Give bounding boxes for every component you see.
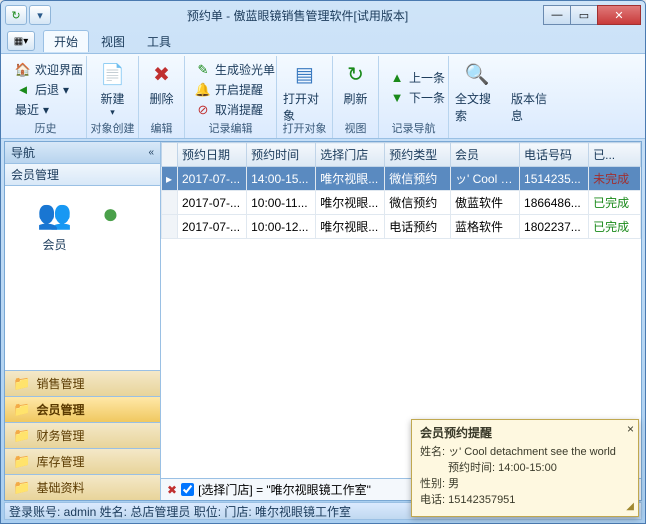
up-icon: ▲ <box>389 70 405 86</box>
tab-view[interactable]: 视图 <box>91 31 135 52</box>
open-icon: ▤ <box>291 60 319 88</box>
maximize-button[interactable]: ▭ <box>570 5 598 25</box>
filter-text: [选择门店] = "唯尔视眼镜工作室" <box>198 481 371 498</box>
folder-icon: 📁 <box>13 375 30 392</box>
delete-button[interactable]: ✖删除 <box>145 58 178 107</box>
minimize-button[interactable]: — <box>543 5 571 25</box>
group-record: 记录编辑 <box>185 120 276 136</box>
down-icon: ▼ <box>389 90 405 106</box>
search-button[interactable]: 🔍全文搜索 <box>455 58 499 124</box>
gen-optometry[interactable]: ✎生成验光单 <box>191 60 279 79</box>
cancel-remind[interactable]: ⊘取消提醒 <box>191 100 279 119</box>
col-header[interactable]: 已... <box>589 143 641 167</box>
window-title: 预约单 - 傲蓝眼镜销售管理软件[试用版本] <box>51 7 544 24</box>
members-icon: 👥 <box>37 196 73 232</box>
next-button[interactable]: ▼下一条 <box>385 88 449 107</box>
bell-icon: 🔔 <box>195 82 211 98</box>
welcome-button[interactable]: 🏠欢迎界面 <box>11 60 87 79</box>
folder-icon: 📁 <box>13 427 30 444</box>
version-button[interactable]: 版本信息 <box>511 58 555 124</box>
dropdown-icon[interactable]: ▾ <box>29 5 51 25</box>
filter-checkbox[interactable] <box>181 483 194 496</box>
delete-icon: ✖ <box>148 60 176 88</box>
table-row[interactable]: 2017-07-...10:00-12...唯尔视眼...电话预约蓝格软件180… <box>162 215 641 239</box>
col-header[interactable]: 预约类型 <box>385 143 451 167</box>
group-edit: 编辑 <box>139 120 184 136</box>
back-button[interactable]: ◄后退 ▾ <box>11 80 87 99</box>
sheet-icon: ● <box>93 196 129 232</box>
nav-item-0[interactable]: 📁销售管理 <box>5 370 160 396</box>
prev-button[interactable]: ▲上一条 <box>385 68 449 87</box>
recent-button[interactable]: 最近 ▾ <box>11 100 87 119</box>
info-icon <box>519 60 547 88</box>
open-object-button[interactable]: ▤打开对象 <box>283 58 326 124</box>
refresh-icon[interactable]: ↻ <box>5 5 27 25</box>
sidebar-section: 会员管理 <box>5 164 160 186</box>
group-open: 打开对象 <box>277 120 332 136</box>
search-icon: 🔍 <box>463 60 491 88</box>
reminder-popup: × 会员预约提醒 姓名: ッ' Cool detachment see the … <box>411 419 639 517</box>
back-icon: ◄ <box>15 82 31 98</box>
home-icon: 🏠 <box>15 62 31 78</box>
popup-close[interactable]: × <box>627 422 634 436</box>
popup-title: 会员预约提醒 <box>420 424 630 441</box>
refresh-button[interactable]: ↻刷新 <box>339 58 372 107</box>
col-header[interactable]: 会员 <box>450 143 519 167</box>
collapse-icon[interactable]: « <box>148 147 154 158</box>
refresh-icon: ↻ <box>342 60 370 88</box>
group-view: 视图 <box>333 120 378 136</box>
layout-icon[interactable]: ▦▾ <box>7 31 35 51</box>
col-header[interactable]: 预约时间 <box>247 143 316 167</box>
group-create: 对象创建 <box>87 120 138 136</box>
col-header[interactable]: 预约日期 <box>178 143 247 167</box>
new-icon: 📄 <box>99 60 127 88</box>
col-header[interactable]: 电话号码 <box>520 143 589 167</box>
resize-icon[interactable]: ◢ <box>626 501 634 512</box>
sheet-button[interactable]: ● <box>93 196 129 236</box>
folder-icon: 📁 <box>13 479 30 496</box>
cancel-icon: ⊘ <box>195 102 211 118</box>
folder-icon: 📁 <box>13 453 30 470</box>
doc-icon: ✎ <box>195 62 211 78</box>
start-remind[interactable]: 🔔开启提醒 <box>191 80 279 99</box>
new-button[interactable]: 📄新建▾ <box>93 58 132 118</box>
group-nav: 记录导航 <box>379 120 448 136</box>
nav-item-1[interactable]: 📁会员管理 <box>5 396 160 422</box>
tab-tools[interactable]: 工具 <box>137 31 181 52</box>
sidebar-header[interactable]: 导航« <box>5 142 160 164</box>
filter-clear[interactable]: ✖ <box>167 483 177 497</box>
table-row[interactable]: 2017-07-...10:00-11...唯尔视眼...微信预约傲蓝软件186… <box>162 191 641 215</box>
tab-start[interactable]: 开始 <box>43 30 89 52</box>
nav-item-4[interactable]: 📁基础资料 <box>5 474 160 500</box>
members-button[interactable]: 👥会员 <box>37 196 73 253</box>
table-row[interactable]: ▸2017-07-...14:00-15...唯尔视眼...微信预约ッ' Coo… <box>162 167 641 191</box>
nav-item-3[interactable]: 📁库存管理 <box>5 448 160 474</box>
close-button[interactable]: ✕ <box>597 5 641 25</box>
nav-item-2[interactable]: 📁财务管理 <box>5 422 160 448</box>
group-history: 历史 <box>5 120 86 136</box>
folder-icon: 📁 <box>13 401 30 418</box>
col-header[interactable]: 选择门店 <box>316 143 385 167</box>
